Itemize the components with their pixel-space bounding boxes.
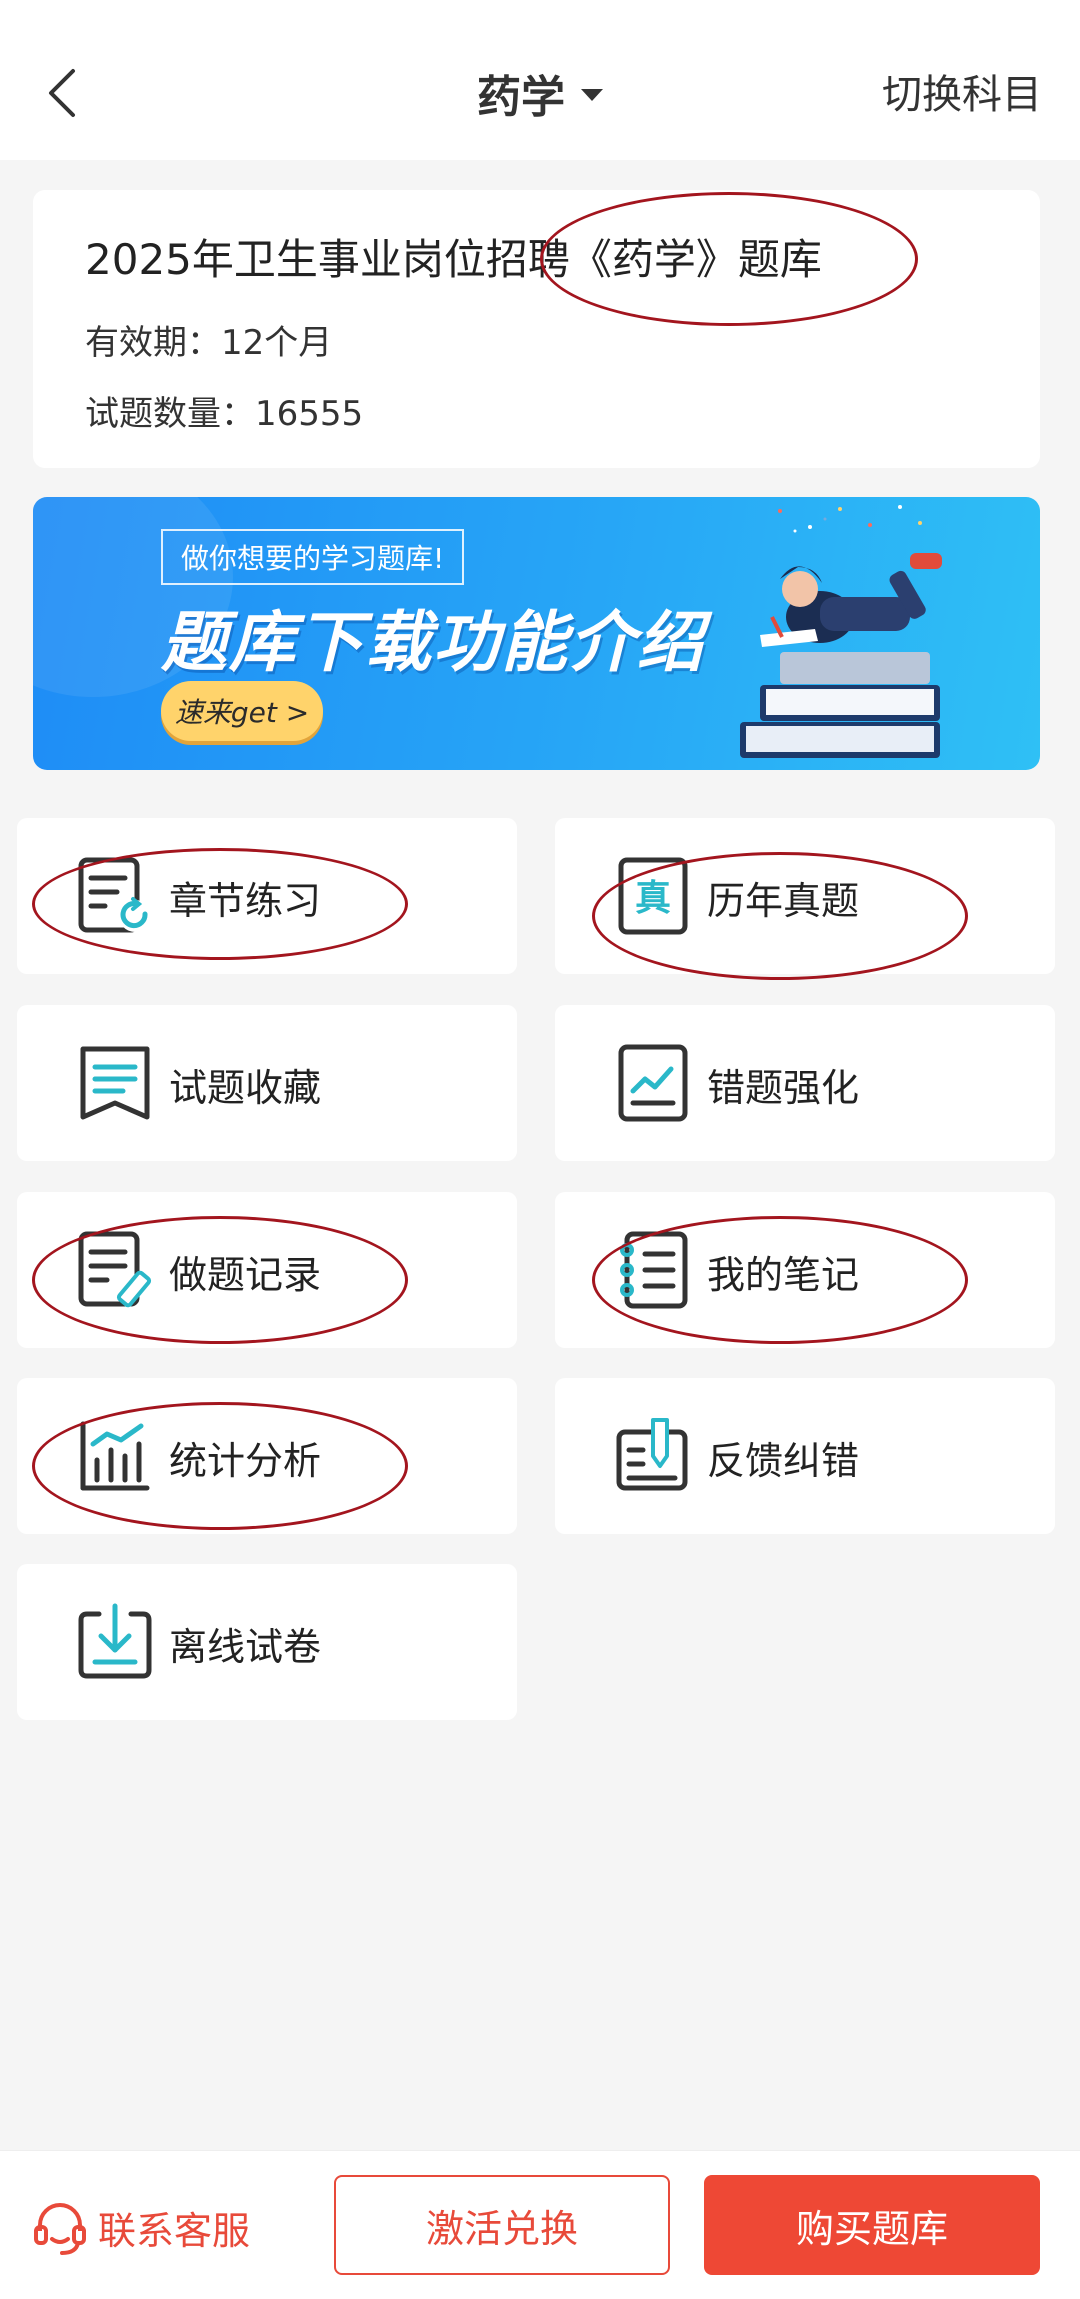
chapter-practice-label: 章节练习: [169, 879, 322, 923]
reading-girl-illustration: [740, 505, 942, 758]
headset-icon: [34, 2203, 86, 2255]
notebook-icon: [620, 1231, 688, 1309]
banner-tagline: 做你想要的学习题库!: [161, 529, 465, 585]
page-title: 药学: [477, 72, 565, 123]
feedback-label: 反馈纠错: [707, 1439, 860, 1483]
past-papers-icon: 真: [618, 857, 688, 935]
record-edit-icon: [78, 1231, 152, 1308]
feedback-edit-icon: [616, 1418, 688, 1491]
stats-analysis-label: 统计分析: [169, 1439, 322, 1483]
caret-down-icon: [581, 89, 603, 101]
favorites-tile[interactable]: 试题收藏: [17, 1005, 517, 1161]
past-papers-icon-glyph: 真: [635, 878, 671, 919]
my-notes-label: 我的笔记: [707, 1253, 860, 1297]
wrong-questions-label: 错题强化: [707, 1066, 860, 1110]
feedback-tile[interactable]: 反馈纠错: [555, 1378, 1055, 1534]
practice-record-tile[interactable]: 做题记录: [17, 1192, 517, 1348]
switch-subject-button[interactable]: 切换科目: [882, 62, 1042, 120]
chapter-practice-tile[interactable]: 章节练习: [17, 818, 517, 974]
offline-papers-tile[interactable]: 离线试卷: [17, 1564, 517, 1720]
bar-chart-icon: [80, 1421, 150, 1491]
stats-analysis-tile[interactable]: 统计分析: [17, 1378, 517, 1534]
app-root: 药学 切换科目 2025年卫生事业岗位招聘《药学》题库 有效期：12个月 试题数…: [0, 0, 1080, 2299]
activate-redeem-button[interactable]: 激活兑换: [334, 2175, 670, 2275]
favorites-label: 试题收藏: [169, 1066, 322, 1110]
question-count-text: 试题数量：16555: [85, 394, 364, 434]
download-icon: [78, 1603, 152, 1679]
my-notes-tile[interactable]: 我的笔记: [555, 1192, 1055, 1348]
bookmark-icon: [80, 1046, 150, 1120]
validity-text: 有效期：12个月: [85, 323, 333, 363]
top-bar: 药学 切换科目: [0, 0, 1080, 160]
offline-papers-label: 离线试卷: [169, 1625, 322, 1669]
bottom-action-bar: 联系客服 激活兑换 购买题库: [0, 2150, 1080, 2299]
question-bank-info-card: 2025年卫生事业岗位招聘《药学》题库 有效期：12个月 试题数量：16555: [33, 190, 1040, 468]
trend-chart-icon: [618, 1044, 688, 1122]
question-bank-title: 2025年卫生事业岗位招聘《药学》题库: [85, 235, 822, 284]
past-papers-tile[interactable]: 真 历年真题: [555, 818, 1055, 974]
banner-cta-button[interactable]: 速来get >: [161, 681, 323, 741]
wrong-questions-tile[interactable]: 错题强化: [555, 1005, 1055, 1161]
practice-record-label: 做题记录: [169, 1253, 322, 1297]
past-papers-label: 历年真题: [707, 879, 860, 923]
chapter-practice-icon: [78, 857, 151, 933]
banner-headline: 题库下载功能介绍: [161, 604, 705, 681]
customer-service-label: 联系客服: [98, 2208, 251, 2253]
download-feature-banner[interactable]: 做你想要的学习题库! 题库下载功能介绍 速来get >: [33, 497, 1040, 770]
customer-service-button[interactable]: 联系客服: [30, 2197, 250, 2257]
buy-question-bank-button[interactable]: 购买题库: [704, 2175, 1040, 2275]
